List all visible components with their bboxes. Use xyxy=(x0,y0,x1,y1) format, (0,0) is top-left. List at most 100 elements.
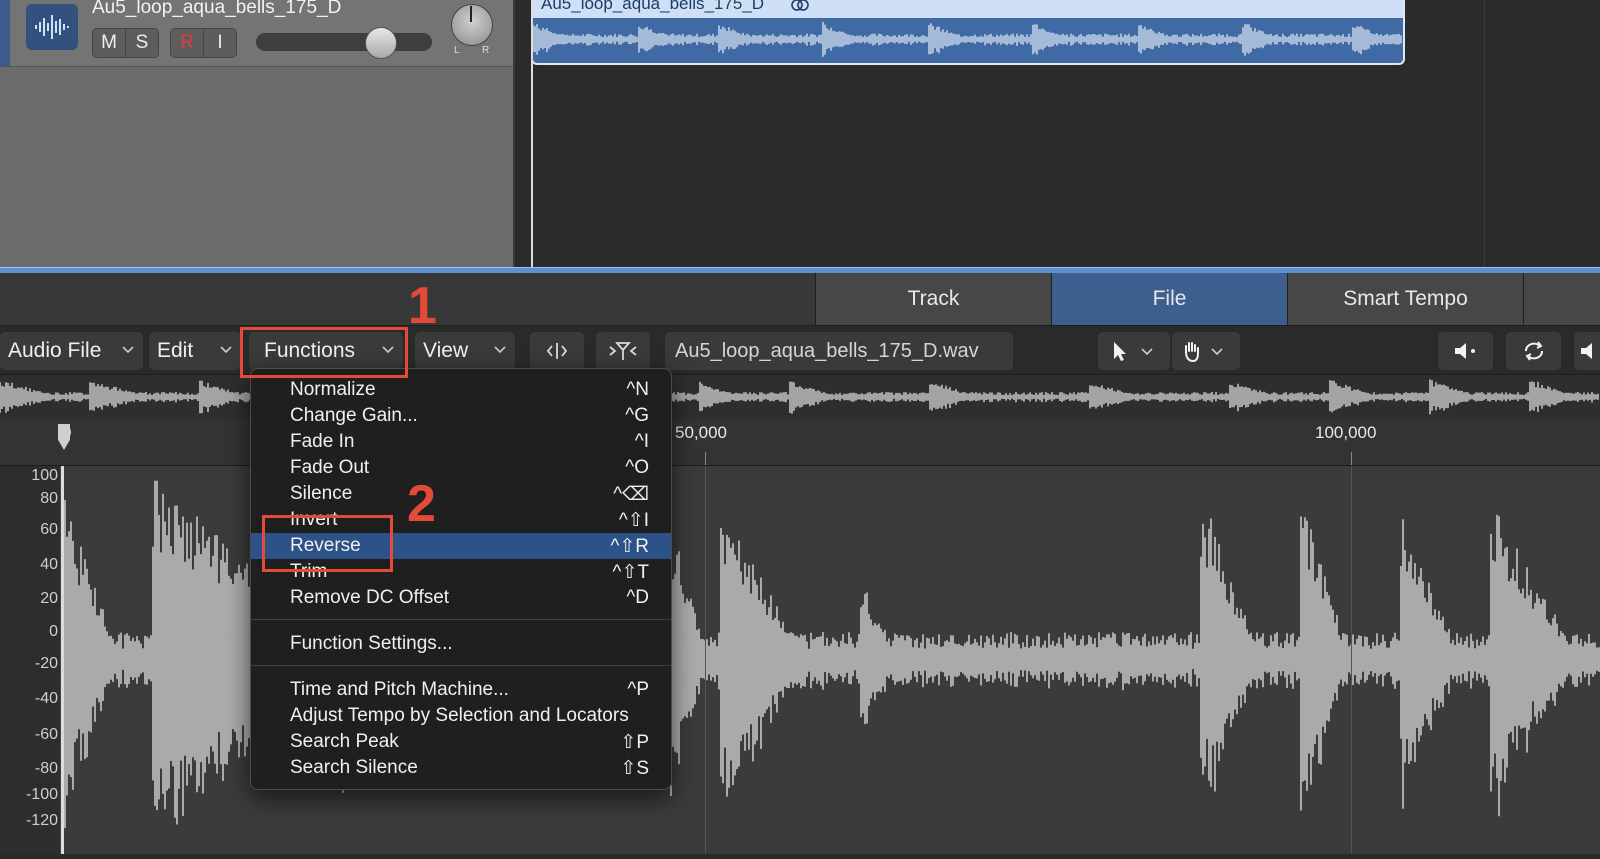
pan-right-label: R xyxy=(482,45,490,56)
ruler-label-50000: 50,000 xyxy=(675,423,727,442)
ruler-tick xyxy=(705,452,706,465)
audio-file-menu-label: Audio File xyxy=(8,339,102,362)
menu-item-label: Search Silence xyxy=(290,757,418,778)
menu-item-fade-out[interactable]: Fade Out ^O xyxy=(251,455,671,481)
menu-item-shortcut: ^⌫ xyxy=(613,484,649,505)
functions-dropdown-menu: Normalize ^N Change Gain... ^G Fade In ^… xyxy=(250,368,672,790)
view-menu[interactable]: View xyxy=(415,332,515,370)
overflow-speaker-button[interactable] xyxy=(1574,332,1600,370)
edit-menu[interactable]: Edit xyxy=(149,332,241,370)
pan-knob[interactable] xyxy=(451,4,493,46)
overview-waveform xyxy=(0,379,1599,415)
menu-item-shortcut: ^⇧T xyxy=(612,562,649,583)
pointer-icon xyxy=(1114,342,1153,361)
volume-slider[interactable] xyxy=(256,33,432,51)
menu-item-shortcut: ^P xyxy=(627,679,649,700)
left-click-tool-menu[interactable] xyxy=(1098,332,1170,370)
menu-item-label: Remove DC Offset xyxy=(290,587,450,608)
catch-playhead-icon xyxy=(609,342,637,360)
amplitude-label: 40 xyxy=(40,556,58,573)
input-monitor-button[interactable]: I xyxy=(204,29,236,57)
menu-item-shortcut: ^N xyxy=(626,379,649,400)
tab-smart-tempo[interactable]: Smart Tempo xyxy=(1287,273,1523,325)
solo-button[interactable]: S xyxy=(126,29,158,57)
menu-item-shortcut: ⇧P xyxy=(620,732,649,753)
menu-item-remove-dc-offset[interactable]: Remove DC Offset ^D xyxy=(251,585,671,611)
tab-overflow[interactable] xyxy=(1523,273,1600,325)
waveform-gridline xyxy=(1351,466,1352,854)
split-view-button[interactable] xyxy=(530,332,584,370)
playhead[interactable] xyxy=(531,0,533,267)
right-click-tool-menu[interactable] xyxy=(1172,332,1240,370)
menu-separator xyxy=(251,619,671,620)
amplitude-label: 0 xyxy=(49,623,58,640)
speaker-icon xyxy=(1581,343,1592,359)
waveform-gridline xyxy=(705,466,706,854)
amplitude-label: 80 xyxy=(40,490,58,507)
volume-slider-thumb[interactable] xyxy=(365,27,397,59)
menu-item-change-gain[interactable]: Change Gain... ^G xyxy=(251,403,671,429)
speaker-icon xyxy=(1454,343,1475,359)
annotation-box-reverse xyxy=(262,515,393,572)
amplitude-label: -100 xyxy=(25,786,58,803)
audio-region[interactable]: Au5_loop_aqua_bells_175_D xyxy=(531,0,1405,65)
menu-item-function-settings[interactable]: Function Settings... xyxy=(251,631,671,657)
waveform-icon[interactable] xyxy=(26,4,78,50)
hand-icon xyxy=(1185,342,1223,363)
amplitude-label: -80 xyxy=(34,760,58,777)
annotation-number-1: 1 xyxy=(408,277,437,335)
tab-track[interactable]: Track xyxy=(815,273,1051,325)
pan-left-label: L xyxy=(454,45,460,56)
menu-item-label: Silence xyxy=(290,483,353,504)
menu-item-label: Function Settings... xyxy=(290,633,453,654)
loop-icon xyxy=(791,0,809,11)
record-enable-button[interactable]: R xyxy=(171,29,204,57)
waveform-start-line xyxy=(61,466,64,854)
amplitude-label: -120 xyxy=(25,812,58,829)
menu-item-search-peak[interactable]: Search Peak ⇧P xyxy=(251,729,671,755)
menu-item-silence[interactable]: Silence ^⌫ xyxy=(251,481,671,507)
menu-item-shortcut: ^O xyxy=(625,457,649,478)
chevron-down-icon xyxy=(494,346,506,354)
menu-item-shortcut: ^⇧I xyxy=(618,510,649,531)
menu-item-label: Fade Out xyxy=(290,457,370,478)
cycle-button[interactable] xyxy=(1506,332,1561,370)
ruler-label-100000: 100,000 xyxy=(1315,423,1377,442)
menu-item-shortcut: ^⇧R xyxy=(610,536,649,557)
menu-item-adjust-tempo[interactable]: Adjust Tempo by Selection and Locators xyxy=(251,703,671,729)
menu-item-search-silence[interactable]: Search Silence ⇧S xyxy=(251,755,671,781)
annotation-number-2: 2 xyxy=(407,475,436,533)
region-waveform xyxy=(533,21,1402,57)
annotation-box-functions xyxy=(240,327,408,378)
region-name: Au5_loop_aqua_bells_175_D xyxy=(541,0,765,13)
mute-solo-group: M S xyxy=(92,28,159,58)
audio-preview-button[interactable] xyxy=(1438,332,1493,370)
menu-item-label: Adjust Tempo by Selection and Locators xyxy=(290,705,629,726)
pan-knob-indicator xyxy=(470,6,472,22)
timeline-gridline xyxy=(1484,0,1485,267)
menu-item-label: Normalize xyxy=(290,379,376,400)
cycle-icon xyxy=(1524,341,1543,361)
ruler-tick xyxy=(1351,452,1352,465)
catch-playhead-button[interactable] xyxy=(596,332,650,370)
tab-file[interactable]: File xyxy=(1051,273,1287,325)
menu-item-shortcut: ^I xyxy=(634,431,649,452)
chevron-down-icon xyxy=(220,346,232,354)
view-menu-label: View xyxy=(423,339,469,362)
menu-item-fade-in[interactable]: Fade In ^I xyxy=(251,429,671,455)
menu-item-shortcut: ⇧S xyxy=(620,758,649,779)
record-input-group: R I xyxy=(170,28,237,58)
mute-button[interactable]: M xyxy=(93,29,126,57)
editor-tab-bar: Track File Smart Tempo xyxy=(0,273,1600,326)
track-selection-indicator xyxy=(0,0,10,66)
amplitude-label: 20 xyxy=(40,590,58,607)
amplitude-label: -20 xyxy=(34,655,58,672)
menu-item-label: Time and Pitch Machine... xyxy=(290,679,509,700)
menu-item-normalize[interactable]: Normalize ^N xyxy=(251,377,671,403)
menu-item-label: Search Peak xyxy=(290,731,399,752)
waveform-overview[interactable] xyxy=(0,374,1600,420)
filename-field[interactable]: Au5_loop_aqua_bells_175_D.wav xyxy=(665,332,1013,370)
track-name[interactable]: Au5_loop_aqua_bells_175_D xyxy=(92,0,341,19)
audio-file-menu[interactable]: Audio File xyxy=(0,332,143,370)
menu-item-time-and-pitch-machine[interactable]: Time and Pitch Machine... ^P xyxy=(251,677,671,703)
